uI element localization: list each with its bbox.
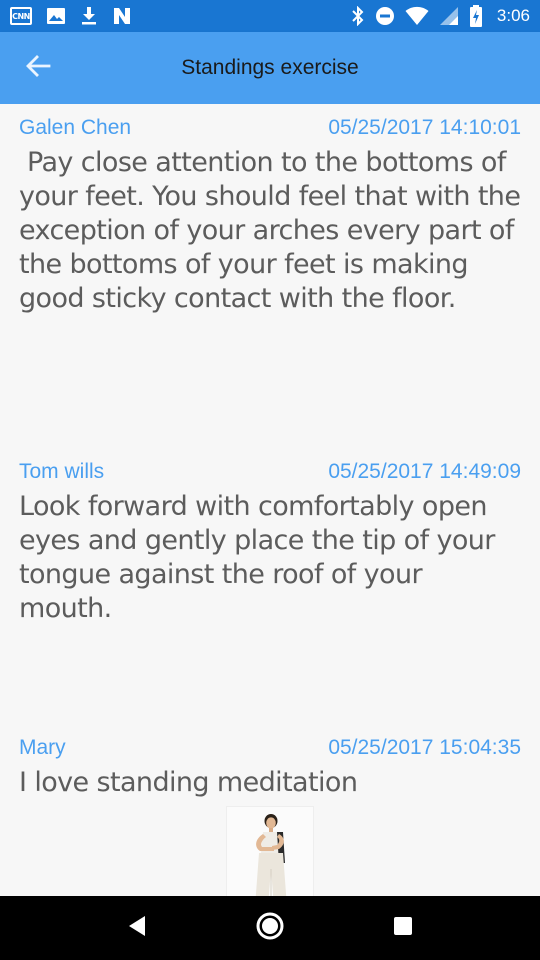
nav-recents-button[interactable] [379, 904, 427, 952]
arrow-back-icon [24, 52, 52, 85]
navigation-bar [0, 896, 540, 960]
wifi-icon [405, 6, 429, 26]
nav-home-button[interactable] [246, 904, 294, 952]
post-timestamp: 05/25/2017 14:10:01 [328, 116, 521, 139]
back-button[interactable] [10, 40, 66, 96]
post-text: I love standing meditation [19, 767, 358, 798]
standing-meditation-photo[interactable] [226, 806, 314, 896]
app-bar: Standings exercise [0, 32, 540, 104]
signal-icon [439, 6, 459, 26]
nav-back-button[interactable] [113, 904, 161, 952]
n-app-icon [112, 6, 132, 26]
author-name: Mary [19, 736, 66, 759]
status-bar: CNN 3:06 [0, 0, 540, 32]
cnn-text: CNN [10, 7, 32, 25]
download-icon [80, 6, 98, 26]
do-not-disturb-icon [375, 6, 395, 26]
post-text: Pay close attention to the bottoms of yo… [19, 147, 529, 314]
home-circle-icon [254, 910, 286, 947]
author-name: Tom wills [19, 460, 105, 483]
image-icon [46, 6, 66, 26]
post-timestamp: 05/25/2017 15:04:35 [328, 736, 521, 759]
post-header: Mary 05/25/2017 15:04:35 [19, 734, 521, 762]
page-title: Standings exercise [181, 56, 359, 79]
post-timestamp: 05/25/2017 14:49:09 [328, 460, 521, 483]
post-text: Look forward with comfortably open eyes … [19, 491, 495, 624]
recents-square-icon [392, 915, 414, 942]
list-item: Galen Chen 05/25/2017 14:10:01 Pay close… [0, 114, 540, 316]
list-item: Mary 05/25/2017 15:04:35 I love standing… [0, 734, 540, 896]
post-header: Tom wills 05/25/2017 14:49:09 [19, 458, 521, 486]
status-clock: 3:06 [496, 6, 530, 25]
list-item: Tom wills 05/25/2017 14:49:09 Look forwa… [0, 458, 540, 626]
author-name: Galen Chen [19, 116, 132, 139]
comment-list[interactable]: Galen Chen 05/25/2017 14:10:01 Pay close… [0, 104, 540, 896]
post-header: Galen Chen 05/25/2017 14:10:01 [19, 114, 521, 142]
cnn-icon: CNN [10, 6, 32, 26]
battery-charging-icon [469, 5, 483, 27]
bluetooth-icon [351, 6, 365, 26]
back-triangle-icon [126, 914, 148, 943]
